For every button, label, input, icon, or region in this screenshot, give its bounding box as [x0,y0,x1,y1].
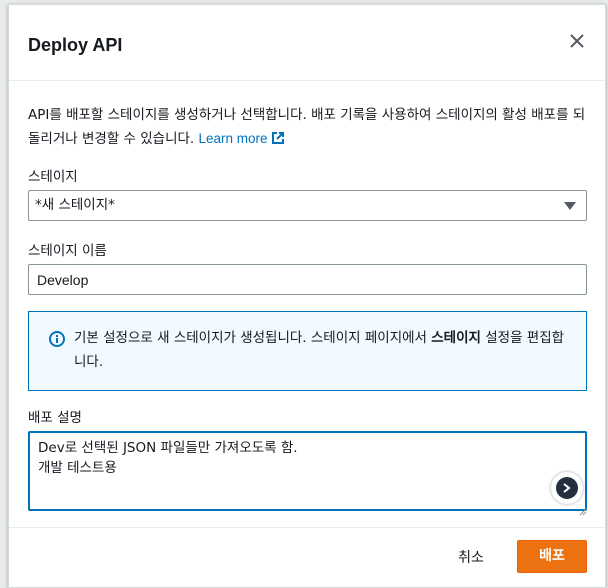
learn-more-link[interactable]: Learn more [199,131,285,146]
info-text: 기본 설정으로 새 스테이지가 생성됩니다. 스테이지 페이지에서 스테이지 설… [74,330,565,370]
assistant-icon[interactable] [551,472,583,504]
stage-name-label: 스테이지 이름 [28,243,107,259]
deploy-api-dialog: Deploy API API를 배포할 스테이지를 생성하거나 선택합니다. 배… [8,4,606,588]
info-alert: 기본 설정으로 새 스테이지가 생성됩니다. 스테이지 페이지에서 스테이지 설… [28,311,587,391]
stage-name-input[interactable] [28,264,587,295]
deploy-description-label: 배포 설명 [28,410,82,426]
dialog-header: Deploy API [9,5,605,81]
stage-select[interactable]: *새 스테이지* [28,190,587,221]
info-bold-text: 스테이지 [431,330,481,346]
deploy-description-textarea[interactable]: Dev로 선택된 JSON 파일들만 가져오도록 함. 개발 테스트용 [28,431,587,511]
footer-divider [9,527,605,528]
dialog-title: Deploy API [28,35,123,55]
close-icon[interactable] [567,31,587,51]
resize-grip-icon[interactable] [577,501,587,516]
learn-more-label: Learn more [198,131,268,146]
deploy-button[interactable]: 배포 [517,540,587,573]
stage-selected-value: *새 스테이지* [35,197,115,213]
external-link-icon [271,129,285,153]
caret-down-icon [564,202,576,210]
dialog-description: API를 배포할 스테이지를 생성하거나 선택합니다. 배포 기록을 사용하여 … [28,103,588,153]
description-text: API를 배포할 스테이지를 생성하거나 선택합니다. 배포 기록을 사용하여 … [28,107,586,147]
info-icon [49,331,65,351]
cancel-button[interactable]: 취소 [450,546,492,570]
stage-label: 스테이지 [28,169,78,185]
